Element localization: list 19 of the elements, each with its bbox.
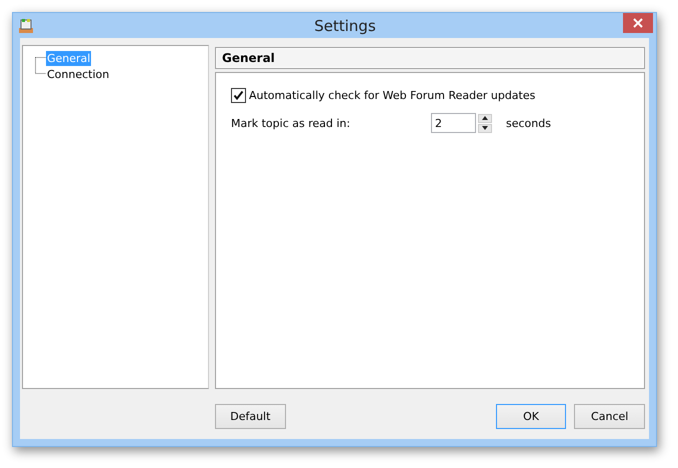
window-title: Settings [314, 16, 376, 34]
section-heading: General [215, 47, 645, 69]
unit-label: seconds [506, 116, 551, 130]
default-button[interactable]: Default [215, 404, 286, 429]
down-arrow-icon [482, 126, 488, 130]
cancel-button[interactable]: Cancel [574, 404, 646, 429]
spin-down-button[interactable] [478, 124, 492, 132]
tree-item[interactable]: Connection [46, 66, 110, 82]
up-arrow-icon [482, 116, 488, 120]
checkbox-label: Automatically check for Web Forum Reader updates [249, 89, 536, 102]
auto-check-checkbox[interactable] [231, 88, 246, 103]
close-icon [633, 18, 643, 28]
close-button[interactable] [623, 13, 653, 33]
spin-up-button[interactable] [478, 114, 492, 122]
tree-lines-drawing [35, 57, 46, 74]
seconds-input[interactable]: 2 [431, 113, 476, 133]
ok-button[interactable]: OK [496, 404, 566, 429]
mark-read-label: Mark topic as read in: [231, 116, 352, 130]
app-icon [18, 18, 34, 34]
